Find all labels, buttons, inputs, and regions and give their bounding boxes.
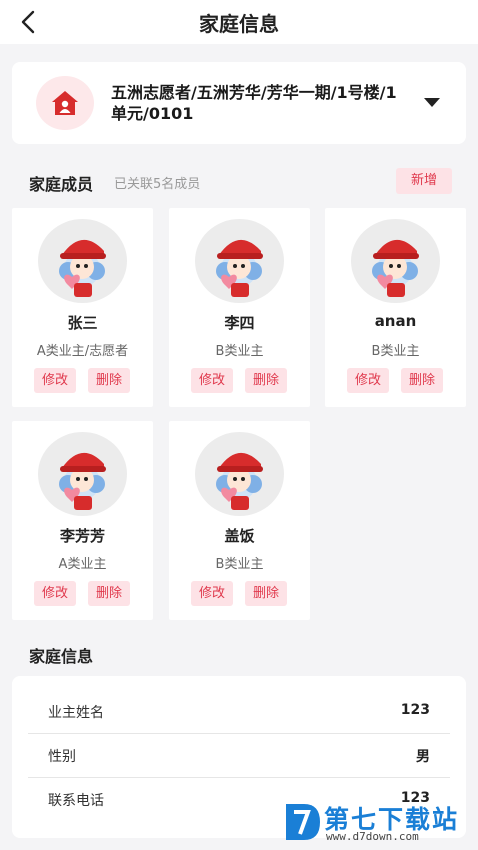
mascot-avatar bbox=[195, 432, 284, 516]
edit-member-button[interactable]: 修改 bbox=[347, 368, 389, 393]
caret-down-icon[interactable] bbox=[424, 98, 440, 107]
home-icon bbox=[52, 91, 78, 115]
member-type: B类业主 bbox=[371, 344, 420, 359]
edit-member-button[interactable]: 修改 bbox=[191, 581, 233, 606]
delete-member-button[interactable]: 删除 bbox=[245, 581, 287, 606]
members-section-title: 家庭成员 bbox=[29, 175, 94, 194]
home-icon-badge bbox=[36, 76, 94, 130]
member-type: B类业主 bbox=[215, 557, 264, 572]
member-name: 盖饭 bbox=[224, 527, 255, 545]
member-card: anan B类业主 修改 删除 bbox=[325, 208, 466, 407]
mascot-avatar bbox=[38, 219, 127, 303]
member-name: 李四 bbox=[224, 314, 255, 332]
mascot-avatar bbox=[195, 219, 284, 303]
top-bar: 家庭信息 bbox=[0, 0, 478, 44]
edit-member-button[interactable]: 修改 bbox=[191, 368, 233, 393]
info-value: 男 bbox=[416, 749, 430, 765]
info-row-gender: 性别 男 bbox=[28, 734, 450, 778]
info-value: 123 bbox=[400, 702, 430, 718]
add-member-button[interactable]: 新增 bbox=[396, 168, 452, 194]
edit-member-button[interactable]: 修改 bbox=[34, 368, 76, 393]
info-section-title: 家庭信息 bbox=[29, 647, 94, 666]
member-card: 李四 B类业主 修改 删除 bbox=[169, 208, 310, 407]
info-label: 联系电话 bbox=[48, 793, 104, 809]
member-name: anan bbox=[374, 312, 417, 330]
member-type: A类业主 bbox=[58, 557, 107, 572]
member-card: 李芳芳 A类业主 修改 删除 bbox=[12, 421, 153, 620]
delete-member-button[interactable]: 删除 bbox=[245, 368, 287, 393]
member-name: 李芳芳 bbox=[59, 527, 105, 545]
watermark-logo: 第七下载站 www.d7down.com bbox=[282, 800, 474, 846]
mascot-avatar bbox=[351, 219, 440, 303]
delete-member-button[interactable]: 删除 bbox=[88, 581, 130, 606]
members-count: 已关联5名成员 bbox=[114, 177, 201, 192]
d7-logo-icon bbox=[286, 804, 320, 840]
address-text: 五洲志愿者/五洲芳华/芳华一期/1号楼/1单元/0101 bbox=[111, 83, 397, 123]
member-name: 张三 bbox=[67, 314, 98, 332]
info-label: 性别 bbox=[48, 749, 76, 765]
page-title: 家庭信息 bbox=[199, 12, 279, 36]
delete-member-button[interactable]: 删除 bbox=[401, 368, 443, 393]
address-selector[interactable]: 五洲志愿者/五洲芳华/芳华一期/1号楼/1单元/0101 bbox=[12, 62, 466, 144]
member-card: 盖饭 B类业主 修改 删除 bbox=[169, 421, 310, 620]
mascot-avatar bbox=[38, 432, 127, 516]
member-type: B类业主 bbox=[215, 344, 264, 359]
edit-member-button[interactable]: 修改 bbox=[34, 581, 76, 606]
member-type: A类业主/志愿者 bbox=[36, 344, 129, 359]
member-card: 张三 A类业主/志愿者 修改 删除 bbox=[12, 208, 153, 407]
info-label: 业主姓名 bbox=[48, 705, 104, 721]
watermark-url: www.d7down.com bbox=[326, 830, 419, 843]
delete-member-button[interactable]: 删除 bbox=[88, 368, 130, 393]
info-row-owner-name: 业主姓名 123 bbox=[28, 690, 450, 734]
